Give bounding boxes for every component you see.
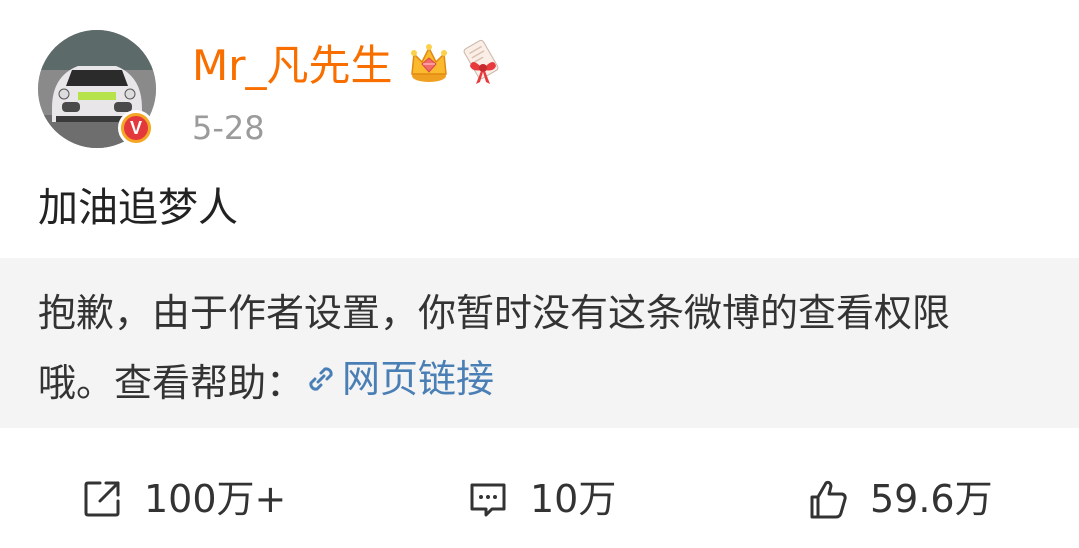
comment-icon	[470, 483, 506, 517]
verified-badge-icon: V	[118, 110, 154, 146]
repost-count: 100万+	[144, 477, 287, 521]
notice-help-prefix: 哦。查看帮助：	[38, 361, 305, 405]
thumbs-up-icon	[810, 480, 847, 519]
help-web-link[interactable]: 网页链接	[304, 354, 494, 404]
ribbon-icon[interactable]	[458, 38, 508, 88]
link-icon	[309, 367, 333, 391]
help-link-label: 网页链接	[342, 357, 495, 401]
notice-line-2: 哦。查看帮助： 网页链接	[38, 354, 494, 408]
verified-mark: V	[124, 116, 148, 140]
restricted-content-notice: 抱歉，由于作者设置，你暂时没有这条微博的查看权限 哦。查看帮助： 网页链接	[0, 258, 1079, 428]
share-icon	[84, 481, 120, 517]
comment-count: 10万	[530, 477, 617, 521]
author-name[interactable]: Mr_凡先生	[192, 38, 393, 94]
author-avatar[interactable]: V	[38, 30, 156, 148]
repost-button[interactable]: 100万+	[80, 474, 286, 524]
like-count: 59.6万	[870, 477, 993, 521]
comment-button[interactable]: 10万	[466, 474, 616, 524]
crown-icon[interactable]	[406, 40, 452, 86]
post-date: 5-28	[192, 109, 265, 147]
notice-line-1: 抱歉，由于作者设置，你暂时没有这条微博的查看权限	[38, 291, 951, 335]
post-action-bar: 100万+ 10万 59.6万	[0, 448, 1079, 548]
post-text: 加油追梦人	[38, 185, 238, 231]
like-button[interactable]: 59.6万	[806, 474, 993, 524]
weibo-post-card: V Mr_凡先生 5-28 加油追梦人 抱歉，由于作者设置，你暂时没有这条微博的…	[0, 0, 1079, 548]
